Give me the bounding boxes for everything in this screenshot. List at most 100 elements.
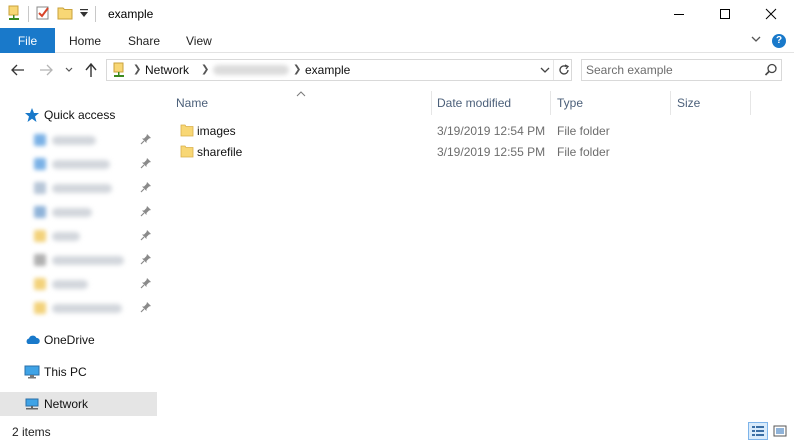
- status-bar: 2 items: [0, 417, 794, 443]
- maximize-button[interactable]: [702, 0, 748, 28]
- pin-icon[interactable]: [140, 133, 152, 148]
- sidebar-item-onedrive[interactable]: OneDrive: [0, 328, 157, 352]
- breadcrumb-example[interactable]: example: [305, 63, 350, 77]
- toolbar-separator: [95, 6, 96, 22]
- folder-icon: [180, 122, 194, 141]
- large-icons-view-button[interactable]: [770, 422, 790, 440]
- search-icon[interactable]: [764, 63, 778, 80]
- pinned-item-redacted[interactable]: [26, 273, 156, 297]
- window-title: example: [108, 7, 154, 21]
- sidebar-item-label: OneDrive: [44, 333, 95, 347]
- refresh-button[interactable]: [557, 63, 571, 80]
- column-header-size[interactable]: Size: [677, 91, 747, 115]
- maximize-icon: [720, 9, 730, 19]
- up-button[interactable]: [82, 61, 100, 79]
- file-name: images: [197, 124, 236, 138]
- title-bar: example: [0, 0, 794, 28]
- network-location-icon: [112, 62, 126, 81]
- redacted-label: [52, 136, 96, 145]
- sidebar-item-label: Quick access: [44, 108, 116, 122]
- pinned-item-redacted[interactable]: [26, 201, 156, 225]
- sidebar-item-network[interactable]: Network: [0, 392, 157, 416]
- file-list: Name Date modified Type Size images 3/19…: [160, 87, 794, 417]
- sidebar-item-this-pc[interactable]: This PC: [0, 360, 157, 384]
- column-header-type[interactable]: Type: [557, 91, 667, 115]
- close-button[interactable]: [748, 0, 794, 28]
- address-bar[interactable]: ❯ Network ❯ ❯ example: [106, 59, 572, 81]
- customize-toolbar-icon[interactable]: [79, 7, 89, 22]
- search-input[interactable]: [586, 62, 756, 78]
- tab-file[interactable]: File: [0, 28, 55, 53]
- pinned-item-redacted[interactable]: [26, 249, 156, 273]
- folder-icon: [34, 134, 46, 146]
- file-date: 3/19/2019 12:55 PM: [437, 145, 546, 159]
- minimize-button[interactable]: [656, 0, 702, 28]
- back-button[interactable]: [8, 61, 28, 79]
- breadcrumb-network[interactable]: Network: [145, 63, 189, 77]
- arrow-up-icon: [85, 62, 97, 77]
- tab-view[interactable]: View: [186, 28, 212, 53]
- pin-icon[interactable]: [140, 301, 152, 316]
- properties-icon[interactable]: [35, 5, 51, 24]
- computer-icon: [24, 364, 40, 380]
- sidebar-item-label: This PC: [44, 365, 87, 379]
- column-divider[interactable]: [550, 91, 551, 115]
- pinned-item-redacted[interactable]: [26, 153, 156, 177]
- pin-icon[interactable]: [140, 277, 152, 292]
- pin-icon[interactable]: [140, 181, 152, 196]
- chevron-down-icon: [540, 67, 550, 73]
- pin-icon[interactable]: [140, 253, 152, 268]
- ribbon-tabs: File Home Share View ?: [0, 28, 794, 53]
- pinned-item-redacted[interactable]: [26, 225, 156, 249]
- drive-icon: [34, 254, 46, 266]
- quick-access-toolbar: [6, 5, 102, 23]
- recent-locations-button[interactable]: [62, 61, 76, 79]
- column-divider[interactable]: [431, 91, 432, 115]
- close-icon: [765, 8, 777, 20]
- address-divider: [553, 60, 554, 80]
- redacted-label: [52, 280, 88, 289]
- network-folder-icon[interactable]: [6, 5, 22, 24]
- expand-ribbon-button[interactable]: [750, 33, 762, 48]
- folder-icon: [34, 158, 46, 170]
- breadcrumb-chevron-icon[interactable]: ❯: [133, 64, 141, 75]
- breadcrumb-redacted-host[interactable]: [213, 65, 289, 75]
- sidebar-item-quick-access[interactable]: Quick access: [0, 103, 157, 127]
- pin-icon[interactable]: [140, 229, 152, 244]
- pinned-item-redacted[interactable]: [26, 297, 156, 321]
- breadcrumb-chevron-icon[interactable]: ❯: [293, 64, 301, 75]
- network-icon: [24, 396, 40, 412]
- file-row[interactable]: sharefile 3/19/2019 12:55 PM File folder: [160, 141, 750, 162]
- details-view-button[interactable]: [748, 422, 768, 440]
- breadcrumb-chevron-icon[interactable]: ❯: [201, 64, 209, 75]
- new-folder-icon[interactable]: [57, 5, 73, 24]
- navigation-bar: ❯ Network ❯ ❯ example: [0, 53, 794, 87]
- pin-icon[interactable]: [140, 157, 152, 172]
- help-icon[interactable]: ?: [772, 33, 786, 48]
- pinned-item-redacted[interactable]: [26, 177, 156, 201]
- redacted-label: [52, 304, 122, 313]
- tab-share[interactable]: Share: [128, 28, 160, 53]
- folder-icon: [34, 278, 46, 290]
- tab-home[interactable]: Home: [69, 28, 101, 53]
- search-box[interactable]: [581, 59, 782, 81]
- column-header-date-modified[interactable]: Date modified: [437, 91, 547, 115]
- file-type: File folder: [557, 145, 610, 159]
- address-dropdown-button[interactable]: [539, 63, 551, 80]
- item-count: 2 items: [12, 425, 51, 439]
- refresh-icon: [559, 64, 570, 75]
- forward-button[interactable]: [36, 61, 56, 79]
- file-row[interactable]: images 3/19/2019 12:54 PM File folder: [160, 120, 750, 141]
- folder-icon: [34, 302, 46, 314]
- column-divider[interactable]: [670, 91, 671, 115]
- column-divider[interactable]: [750, 91, 751, 115]
- arrow-left-icon: [11, 64, 24, 76]
- file-name: sharefile: [197, 145, 243, 159]
- details-view-icon: [752, 426, 764, 436]
- column-header-name[interactable]: Name: [176, 91, 430, 115]
- pinned-item-redacted[interactable]: [26, 129, 156, 153]
- arrow-right-icon: [40, 64, 53, 76]
- redacted-label: [52, 184, 112, 193]
- folder-icon: [180, 143, 194, 162]
- pin-icon[interactable]: [140, 205, 152, 220]
